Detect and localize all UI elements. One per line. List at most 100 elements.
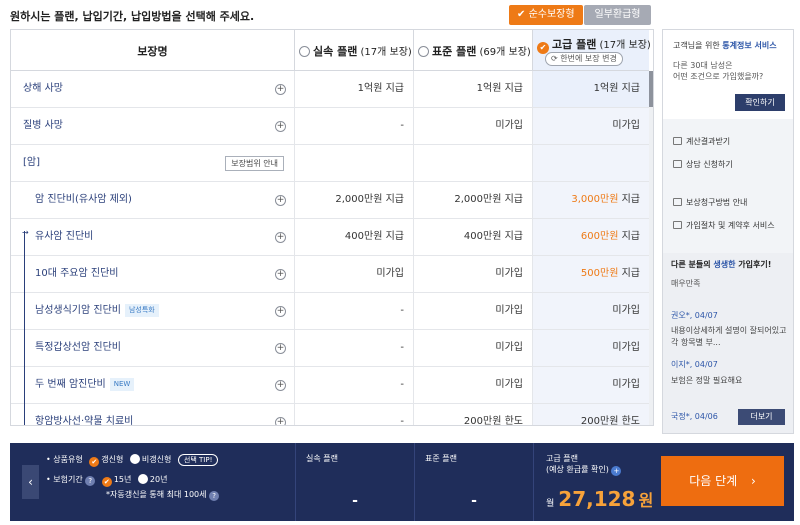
insurance-period-options: • 보험기간 ? ✔ 15년 20년	[46, 474, 168, 487]
expand-plus-icon[interactable]: +	[275, 380, 286, 391]
coverage-name[interactable]: 상해 사망 +	[11, 71, 295, 107]
radio-checked-icon[interactable]: ✔	[89, 457, 100, 467]
type-nonrenewable-option[interactable]: 비갱신형	[142, 455, 171, 464]
header-plan-standard[interactable]: 표준 플랜 (69개 보장)	[414, 30, 533, 71]
plan-basic-value: -	[295, 108, 414, 144]
help-icon[interactable]: ?	[85, 476, 96, 486]
expand-plus-icon[interactable]: +	[275, 343, 286, 354]
summary-plan-basic: 실속 플랜 -	[295, 443, 414, 521]
sidebar-item-calc-result[interactable]: 계산결과받기	[673, 136, 730, 147]
plan-basic-value: -	[295, 293, 414, 329]
table-scrollbar[interactable]	[649, 71, 653, 425]
expand-plus-icon[interactable]: +	[275, 232, 286, 243]
sidebar-item-claim-guide[interactable]: 보상청구방법 안내	[673, 197, 747, 208]
radio-icon[interactable]	[299, 46, 310, 57]
expand-plus-icon[interactable]: +	[275, 84, 286, 95]
plan-standard-value: 1억원 지급	[414, 71, 533, 107]
radio-checked-icon[interactable]: ✔	[101, 477, 112, 487]
plan-basic-value: 400만원 지급	[295, 219, 414, 255]
radio-icon[interactable]	[129, 454, 140, 464]
plus-circle-icon[interactable]: +	[611, 466, 622, 476]
product-type-label: 상품유형	[53, 455, 83, 464]
confirm-button[interactable]: 확인하기	[735, 94, 785, 111]
review-text[interactable]: 보험은 정말 필요해요	[671, 375, 787, 387]
radio-icon[interactable]	[137, 474, 148, 484]
pure-coverage-button[interactable]: ✔ 순수보장형	[509, 5, 583, 25]
plan-standard-count: (69개 보장)	[479, 47, 531, 58]
coverage-name[interactable]: 유사암 진단비 +	[11, 219, 295, 255]
plan-standard-value: 200만원 한도	[414, 404, 533, 425]
plan-premium-value: 3,000만원 지급	[533, 182, 649, 218]
header-plan-basic[interactable]: 실속 플랜 (17개 보장)	[295, 30, 414, 71]
expand-plus-icon[interactable]: +	[275, 306, 286, 317]
header-coverage-name-label: 보장명	[137, 45, 168, 58]
plan-premium-value: 200만원 한도	[533, 404, 649, 425]
expand-plus-icon[interactable]: +	[275, 195, 286, 206]
help-icon[interactable]: ?	[209, 491, 220, 501]
plan-standard-value	[414, 145, 533, 181]
coverage-name[interactable]: 남성생식기암 진단비 남성특화 +	[11, 293, 295, 329]
table-row: [암] 보장범위 안내	[11, 145, 649, 182]
plan-premium-value: 미가입	[533, 293, 649, 329]
chat-icon	[673, 160, 682, 168]
coverage-name[interactable]: 10대 주요암 진단비 +	[11, 256, 295, 292]
review-author: 권오*, 04/07	[671, 311, 718, 320]
change-all-coverage-button[interactable]: ⟳ 한번에 보장 변경	[545, 52, 623, 66]
coverage-name[interactable]: 특정갑상선암 진단비 +	[11, 330, 295, 366]
stats-service-panel: 고객님을 위한 통계정보 서비스 다른 30대 남성은 어떤 조건으로 가입했을까…	[663, 30, 793, 119]
sidebar-menu: 계산결과받기 상담 신청하기 보상청구방법 안내 가입절차 및 계약후 서비스	[663, 119, 793, 253]
coverage-range-guide-button[interactable]: 보장범위 안내	[225, 156, 284, 171]
summary-plan-basic-price: -	[352, 493, 358, 509]
header-plan-premium[interactable]: ✔ 고급 플랜 (17개 보장) ⟳ 한번에 보장 변경	[533, 30, 651, 71]
plan-basic-value	[295, 145, 414, 181]
period-20y-option[interactable]: 20년	[150, 475, 168, 484]
header-coverage-name: 보장명	[11, 30, 295, 71]
plan-premium-value: 미가입	[533, 108, 649, 144]
review-author: 이지*, 04/07	[671, 360, 718, 369]
radio-icon[interactable]	[418, 46, 429, 57]
plan-standard-value: 미가입	[414, 293, 533, 329]
period-15y-option[interactable]: 15년	[114, 475, 132, 484]
more-reviews-button[interactable]: 더보기	[738, 409, 785, 425]
plan-standard-value: 2,000만원 지급	[414, 182, 533, 218]
summary-plan-basic-label: 실속 플랜	[306, 454, 338, 463]
table-row: 10대 주요암 진단비 + 미가입 미가입 500만원 지급	[11, 256, 649, 293]
table-scroll-thumb[interactable]	[649, 71, 653, 107]
plan-standard-value: 미가입	[414, 367, 533, 403]
plan-premium-value: 미가입	[533, 330, 649, 366]
expand-plus-icon[interactable]: +	[275, 121, 286, 132]
summary-plan-standard-label: 표준 플랜	[425, 454, 457, 463]
coverage-name[interactable]: 두 번째 암진단비 NEW +	[11, 367, 295, 403]
plan-basic-value: -	[295, 330, 414, 366]
review-text[interactable]: 내용이상세하게 설명이 잘되어있고 각 항목별 부...	[671, 325, 787, 349]
sidebar-item-join-process[interactable]: 가입절차 및 계약후 서비스	[673, 220, 775, 231]
plan-premium-value: 600만원 지급	[533, 219, 649, 255]
review-author: 국정*, 04/06	[671, 412, 718, 421]
sidebar-item-consult[interactable]: 상담 신청하기	[673, 159, 733, 170]
selection-tip-button[interactable]: 선택 TIP!	[177, 454, 219, 466]
plan-standard-name: 표준 플랜	[432, 45, 477, 58]
plan-basic-value: 2,000만원 지급	[295, 182, 414, 218]
type-renewable-option[interactable]: 갱신형	[101, 455, 123, 464]
new-badge: NEW	[109, 378, 135, 391]
plan-premium-name: 고급 플랜	[552, 38, 597, 51]
prev-arrow-button[interactable]: ‹	[22, 465, 39, 499]
plan-premium-count: (17개 보장)	[599, 40, 651, 51]
mail-icon	[673, 137, 682, 145]
next-step-button[interactable]: 다음 단계 ›	[661, 456, 784, 506]
chevron-left-icon: ‹	[28, 475, 33, 489]
partial-refund-button[interactable]: 일부환급형	[584, 5, 651, 25]
monthly-premium: 월 27,128 원	[546, 487, 654, 511]
plan-standard-value: 미가입	[414, 256, 533, 292]
sidebar: 고객님을 위한 통계정보 서비스 다른 30대 남성은 어떤 조건으로 가입했을까…	[662, 29, 794, 434]
reviews-rating: 매우만족	[671, 279, 701, 288]
reviews-panel: 다른 분들의 생생한 가입후기! 매우만족 권오*, 04/07 내용이상세하게…	[663, 253, 793, 433]
expand-plus-icon[interactable]: +	[275, 269, 286, 280]
summary-plan-premium-label: 고급 플랜 (예상 환급률 확인) +	[546, 453, 622, 476]
expand-plus-icon[interactable]: +	[275, 417, 286, 425]
coverage-name[interactable]: 질병 사망 +	[11, 108, 295, 144]
coverage-name[interactable]: 항암방사선·약물 치료비 +	[11, 404, 295, 425]
coverage-name[interactable]: 암 진단비(유사암 제외) +	[11, 182, 295, 218]
refund-rate-link[interactable]: (예상 환급률 확인)	[546, 465, 609, 474]
table-row: 남성생식기암 진단비 남성특화 + - 미가입 미가입	[11, 293, 649, 330]
